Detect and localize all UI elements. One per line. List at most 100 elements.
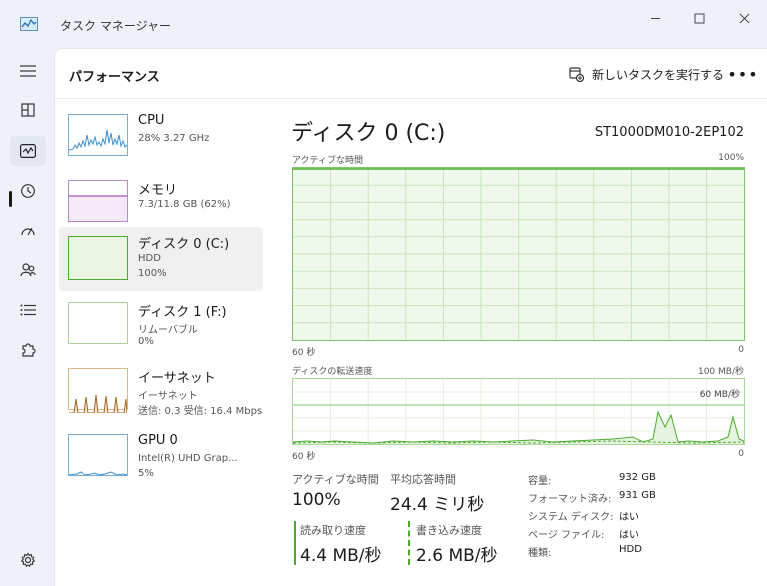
gpu-thumbnail-graph xyxy=(68,434,128,476)
property-label: 容量: xyxy=(528,476,552,487)
cpu-thumbnail-graph xyxy=(68,114,128,156)
services-puzzle-icon xyxy=(22,343,36,357)
task-manager-app-icon xyxy=(20,17,38,31)
ethernet-thumbnail-line xyxy=(69,394,128,414)
disk-1-thumbnail-graph xyxy=(68,302,128,344)
property-value: HDD xyxy=(619,544,642,555)
nav-users[interactable] xyxy=(10,255,46,285)
gpu-thumbnail-line xyxy=(68,471,128,476)
active-time-stat-value: 100% xyxy=(292,490,341,510)
new-task-icon xyxy=(569,66,584,82)
device-stat: 5% xyxy=(138,468,154,479)
device-item-disk-0[interactable]: ディスク 0 (C:) HDD 100% xyxy=(59,227,263,291)
nav-startup-apps[interactable] xyxy=(10,216,46,246)
ethernet-thumbnail-graph xyxy=(68,368,128,414)
device-type: イーサネット xyxy=(138,391,198,402)
nav-processes[interactable] xyxy=(10,95,46,125)
nav-settings[interactable] xyxy=(10,545,46,575)
device-name: ディスク 0 (C:) xyxy=(138,237,230,252)
nav-performance[interactable] xyxy=(10,136,46,166)
disk-title: ディスク 0 (C:) xyxy=(291,121,446,146)
nav-services[interactable] xyxy=(10,335,46,365)
task-manager-window: タスク マネージャー パフォーマンス 新しいタスクを実行する ••• CPU 2… xyxy=(0,0,767,586)
disk-model: ST1000DM010-2EP102 xyxy=(594,125,744,140)
active-time-stat-label: アクティブな時間 xyxy=(292,473,379,486)
hamburger-menu-button[interactable] xyxy=(10,56,46,86)
transfer-graph-label: ディスクの転送速度 xyxy=(292,367,373,377)
property-value: はい xyxy=(619,512,639,523)
run-new-task-button[interactable]: 新しいタスクを実行する xyxy=(569,63,724,85)
more-options-button[interactable]: ••• xyxy=(727,63,757,85)
property-label: システム ディスク: xyxy=(528,512,614,523)
processes-icon xyxy=(21,103,35,117)
property-label: フォーマット済み: xyxy=(528,494,612,505)
close-icon xyxy=(739,13,749,23)
device-stat: 100% xyxy=(138,268,167,279)
read-speed-label: 読み取り速度 xyxy=(300,524,366,537)
device-type: HDD xyxy=(138,253,161,264)
active-time-graph-label: アクティブな時間 xyxy=(292,156,364,166)
active-time-graph xyxy=(292,167,745,341)
main-panel: パフォーマンス 新しいタスクを実行する ••• CPU 28% 3.27 GHz xyxy=(54,48,767,586)
side-navigation xyxy=(0,48,54,586)
avg-response-label: 平均応答時間 xyxy=(390,473,456,486)
active-time-graph-min: 0 xyxy=(738,345,744,355)
device-name: ディスク 1 (F:) xyxy=(138,305,227,320)
startup-gauge-icon xyxy=(21,227,35,236)
device-name: GPU 0 xyxy=(138,433,178,448)
device-item-cpu[interactable]: CPU 28% 3.27 GHz xyxy=(59,107,263,171)
property-value: はい xyxy=(619,530,639,541)
nav-app-history[interactable] xyxy=(10,176,46,206)
memory-thumbnail-graph xyxy=(68,180,128,222)
device-item-disk-1[interactable]: ディスク 1 (F:) リムーバブル 0% xyxy=(59,295,263,359)
transfer-graph-min: 0 xyxy=(738,449,744,459)
active-time-grid xyxy=(293,168,744,340)
active-time-graph-max: 100% xyxy=(718,153,744,163)
gear-icon xyxy=(20,552,36,568)
window-title: タスク マネージャー xyxy=(60,19,171,33)
disk-0-thumbnail-graph xyxy=(68,236,128,280)
device-item-ethernet[interactable]: イーサネット イーサネット 送信: 0.3 受信: 16.4 Mbps xyxy=(59,361,263,425)
device-type: リムーバブル xyxy=(138,325,198,336)
active-time-graph-time: 60 秒 xyxy=(292,348,316,358)
transfer-graph-ref: 60 MB/秒 xyxy=(699,390,740,400)
device-name: メモリ xyxy=(138,183,178,198)
maximize-icon xyxy=(694,13,704,23)
device-item-gpu-0[interactable]: GPU 0 Intel(R) UHD Grap... 5% xyxy=(59,427,263,491)
close-button[interactable] xyxy=(729,8,759,28)
device-stat: 送信: 0.3 受信: 16.4 Mbps xyxy=(138,406,263,417)
device-stat: 7.3/11.8 GB (62%) xyxy=(138,199,231,210)
write-speed-label: 書き込み速度 xyxy=(416,524,482,537)
transfer-graph-time: 60 秒 xyxy=(292,452,316,462)
cpu-thumbnail-line xyxy=(68,129,128,151)
write-speed-marker xyxy=(408,521,410,565)
transfer-graph: 60 MB/秒 xyxy=(292,378,745,445)
users-icon xyxy=(20,263,36,277)
property-label: 種類: xyxy=(528,548,552,559)
property-label: ページ ファイル: xyxy=(528,530,605,541)
hamburger-icon xyxy=(20,65,36,77)
read-speed-value: 4.4 MB/秒 xyxy=(300,546,382,566)
minimize-button[interactable] xyxy=(640,8,670,28)
title-bar: タスク マネージャー xyxy=(0,0,767,48)
device-name: イーサネット xyxy=(138,371,216,386)
details-list-icon xyxy=(20,304,36,316)
device-type: Intel(R) UHD Grap... xyxy=(138,453,238,464)
transfer-graph-max: 100 MB/秒 xyxy=(697,367,744,377)
memory-thumbnail-fill xyxy=(69,196,127,221)
minimize-icon xyxy=(650,17,660,19)
history-icon xyxy=(21,184,35,198)
page-title: パフォーマンス xyxy=(69,70,160,85)
run-new-task-label: 新しいタスクを実行する xyxy=(592,67,725,82)
read-speed-marker xyxy=(294,521,296,565)
nav-details[interactable] xyxy=(10,295,46,325)
avg-response-value: 24.4 ミリ秒 xyxy=(390,495,485,515)
device-name: CPU xyxy=(138,113,165,128)
property-value: 932 GB xyxy=(619,472,656,483)
property-value: 931 GB xyxy=(619,490,656,501)
write-speed-value: 2.6 MB/秒 xyxy=(416,546,498,566)
maximize-button[interactable] xyxy=(684,8,714,28)
performance-icon xyxy=(20,144,36,158)
page-header: パフォーマンス 新しいタスクを実行する ••• xyxy=(55,49,767,99)
device-stat: 28% 3.27 GHz xyxy=(138,133,210,144)
